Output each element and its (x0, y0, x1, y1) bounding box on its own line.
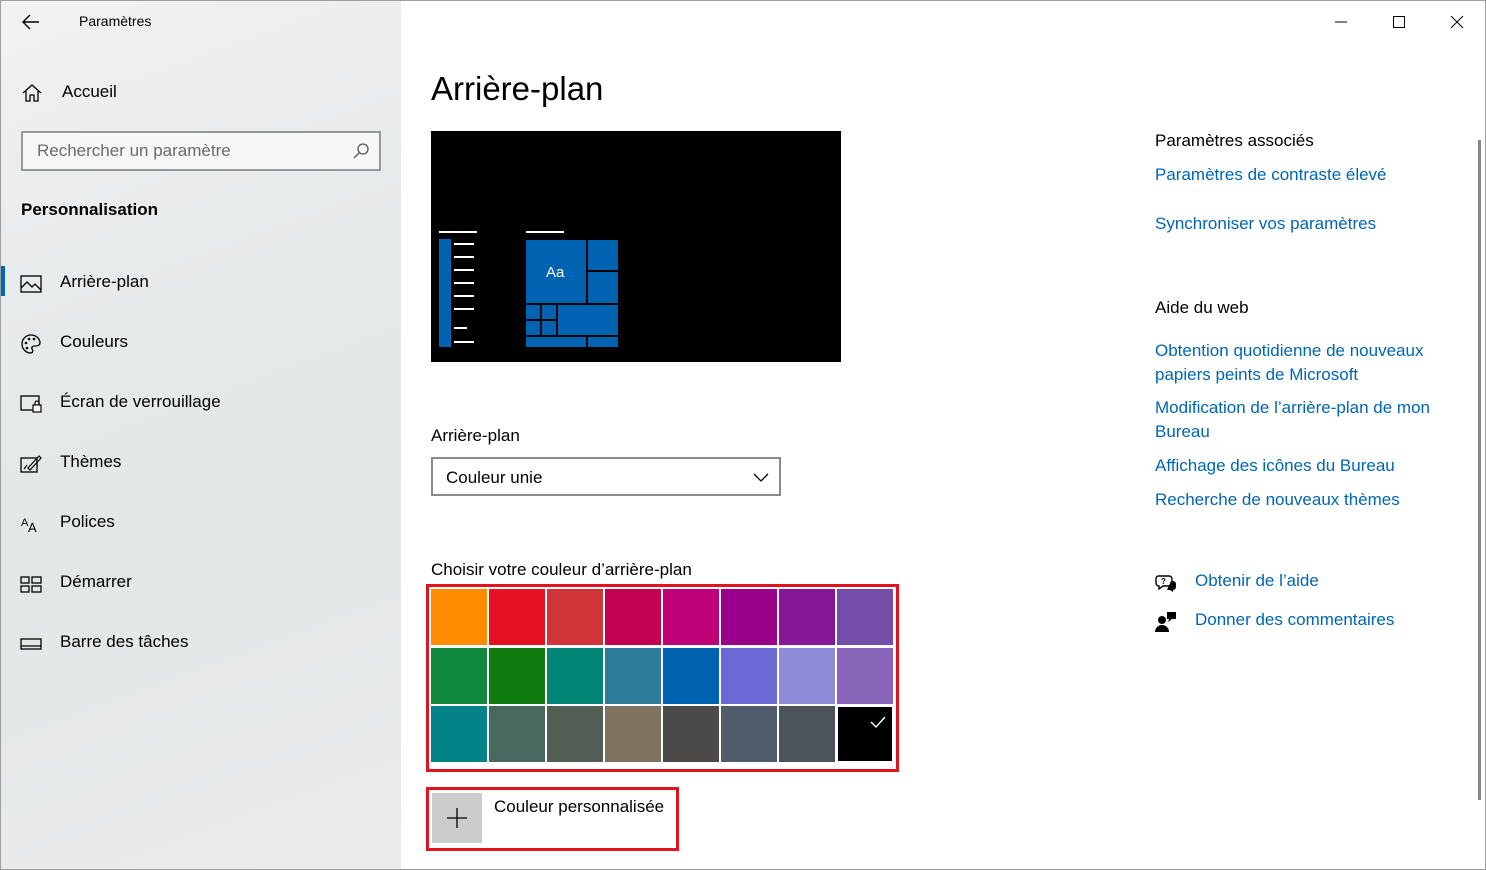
plus-icon (447, 808, 467, 828)
link-daily-wallpapers[interactable]: Obtention quotidienne de nouveaux papier… (1155, 339, 1465, 387)
home-label: Accueil (62, 82, 117, 101)
palette-icon (21, 334, 41, 354)
color-swatch[interactable] (547, 648, 603, 704)
color-swatch[interactable] (663, 648, 719, 704)
start-icon (20, 576, 42, 593)
color-swatch[interactable] (431, 648, 487, 704)
svg-text:?: ? (1161, 577, 1166, 586)
color-swatch[interactable] (837, 706, 893, 762)
sidebar-item-label: Barre des tâches (60, 632, 189, 651)
app-title: Paramètres (79, 13, 152, 29)
feedback-icon (1155, 612, 1176, 632)
color-swatch[interactable] (663, 589, 719, 645)
custom-color-button[interactable] (432, 793, 482, 843)
link-change-background[interactable]: Modification de l’arrière-plan de mon Bu… (1155, 396, 1465, 444)
sidebar-item-background[interactable]: Arrière-plan (0, 258, 401, 318)
home-icon (22, 84, 42, 102)
color-swatch-grid (431, 589, 894, 767)
taskbar-icon (20, 638, 42, 650)
color-swatch[interactable] (605, 648, 661, 704)
page-title: Arrière-plan (431, 70, 604, 107)
color-swatch[interactable] (547, 706, 603, 762)
sidebar-item-label: Démarrer (60, 572, 132, 591)
picture-icon (20, 275, 42, 293)
minimize-button[interactable] (1312, 0, 1370, 44)
color-swatch[interactable] (721, 648, 777, 704)
search-input[interactable] (23, 133, 343, 169)
sidebar-item-colors[interactable]: Couleurs (0, 318, 401, 378)
preview-illustration (439, 231, 618, 347)
related-settings-heading: Paramètres associés (1155, 131, 1314, 150)
sidebar-item-label: Écran de verrouillage (60, 392, 221, 411)
link-desktop-icons[interactable]: Affichage des icônes du Bureau (1155, 454, 1465, 478)
checkmark-icon (870, 716, 886, 729)
preview-tile-text: Aa (546, 264, 565, 281)
color-picker-label: Choisir votre couleur d’arrière-plan (431, 560, 692, 579)
sidebar-item-label: Thèmes (60, 452, 122, 471)
sidebar: Paramètres Accueil Personnalisation Arri… (0, 0, 401, 870)
color-swatch[interactable] (431, 706, 487, 762)
feedback-link[interactable]: Donner des commentaires (1195, 610, 1394, 630)
link-sync-settings[interactable]: Synchroniser vos paramètres (1155, 212, 1465, 236)
help-chat-icon: ? (1155, 575, 1176, 592)
fonts-icon: A A (21, 517, 37, 535)
window-controls (1312, 0, 1486, 44)
search-box[interactable] (21, 131, 381, 171)
color-swatch[interactable] (837, 648, 893, 704)
chevron-down-icon (753, 473, 769, 482)
color-swatch[interactable] (779, 648, 835, 704)
maximize-button[interactable] (1370, 0, 1428, 44)
color-swatch[interactable] (779, 706, 835, 762)
sidebar-item-fonts[interactable]: A A Polices (0, 498, 401, 558)
color-swatch[interactable] (489, 706, 545, 762)
link-high-contrast[interactable]: Paramètres de contraste élevé (1155, 163, 1465, 187)
close-button[interactable] (1428, 0, 1486, 44)
svg-text:A: A (28, 520, 37, 535)
sidebar-item-label: Arrière-plan (60, 272, 149, 291)
minimize-icon (1335, 21, 1347, 23)
lock-screen-icon (20, 395, 42, 413)
sidebar-item-taskbar[interactable]: Barre des tâches (0, 618, 401, 678)
background-dropdown-value: Couleur unie (446, 468, 543, 487)
color-swatch[interactable] (547, 589, 603, 645)
background-preview: Aa (431, 131, 841, 362)
sidebar-item-start[interactable]: Démarrer (0, 558, 401, 618)
maximize-icon (1393, 16, 1405, 28)
color-swatch[interactable] (721, 706, 777, 762)
background-dropdown[interactable]: Couleur unie (431, 457, 781, 496)
search-icon[interactable] (352, 142, 370, 160)
color-swatch[interactable] (663, 706, 719, 762)
titlebar-left: Paramètres (0, 0, 401, 44)
themes-icon (20, 455, 42, 473)
color-swatch[interactable] (489, 648, 545, 704)
link-new-themes[interactable]: Recherche de nouveaux thèmes (1155, 488, 1465, 512)
back-arrow-icon (22, 14, 39, 30)
color-swatch[interactable] (489, 589, 545, 645)
vertical-scrollbar[interactable] (1478, 140, 1481, 800)
sidebar-item-home[interactable]: Accueil (0, 72, 401, 114)
color-swatch[interactable] (605, 706, 661, 762)
sidebar-item-themes[interactable]: Thèmes (0, 438, 401, 498)
color-swatch[interactable] (605, 589, 661, 645)
color-swatch[interactable] (837, 589, 893, 645)
color-swatch[interactable] (431, 589, 487, 645)
color-swatch[interactable] (779, 589, 835, 645)
get-help-link[interactable]: Obtenir de l’aide (1195, 571, 1319, 591)
sidebar-item-lock-screen[interactable]: Écran de verrouillage (0, 378, 401, 438)
web-help-heading: Aide du web (1155, 298, 1249, 317)
sidebar-item-label: Couleurs (60, 332, 129, 351)
background-label: Arrière-plan (431, 426, 520, 445)
section-title: Personnalisation (21, 200, 158, 219)
sidebar-nav: Arrière-plan Couleurs Écran de verrouill… (0, 258, 401, 678)
back-button[interactable] (14, 6, 48, 38)
custom-color-label[interactable]: Couleur personnalisée (494, 797, 664, 817)
close-icon (1450, 15, 1464, 29)
sidebar-item-label: Polices (60, 512, 115, 531)
color-swatch[interactable] (721, 589, 777, 645)
